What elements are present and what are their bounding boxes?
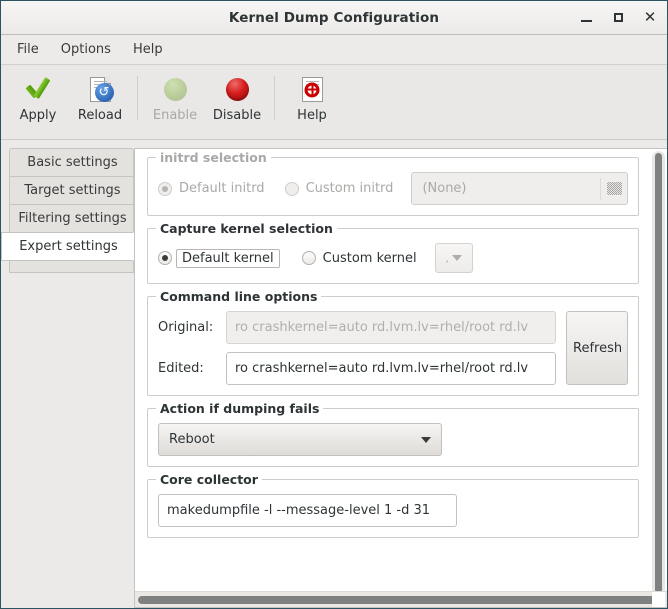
- edited-cmdline-row: Edited:: [158, 352, 556, 385]
- edited-cmdline-input[interactable]: [226, 352, 556, 385]
- custom-kernel-combo-value: ,: [445, 251, 449, 265]
- tab-basic-settings[interactable]: Basic settings: [9, 148, 134, 176]
- toolbar-apply-label: Apply: [19, 108, 57, 123]
- folder-icon: [601, 178, 627, 200]
- settings-scroll-area: initrd selection Default initrd Custom i…: [135, 149, 667, 591]
- toolbar-disable-button[interactable]: Disable: [206, 70, 268, 130]
- close-button[interactable]: ✕: [641, 9, 659, 27]
- toolbar: Apply ↺ Reload Enable Disable Help: [1, 65, 667, 140]
- menu-options[interactable]: Options: [51, 38, 121, 61]
- initrd-row: Default initrd Custom initrd (None): [158, 172, 628, 205]
- expert-settings-panel: initrd selection Default initrd Custom i…: [134, 148, 667, 608]
- command-line-options-legend: Command line options: [156, 289, 322, 304]
- chevron-down-icon: [451, 255, 462, 261]
- toolbar-disable-label: Disable: [212, 108, 262, 123]
- core-collector-input[interactable]: [158, 494, 457, 527]
- toolbar-separator-2: [274, 76, 275, 120]
- default-kernel-radio[interactable]: Default kernel: [158, 248, 280, 268]
- toolbar-separator-1: [137, 76, 138, 120]
- tab-list-filler: [9, 261, 134, 273]
- radio-dot-icon: [301, 251, 316, 265]
- tab-filtering-settings[interactable]: Filtering settings: [9, 204, 134, 232]
- minimize-icon: [580, 20, 592, 22]
- tab-list: Basic settings Target settings Filtering…: [1, 140, 134, 608]
- toolbar-reload-label: Reload: [77, 108, 123, 123]
- vertical-scrollbar[interactable]: [652, 151, 665, 605]
- toolbar-help-label: Help: [297, 108, 327, 123]
- red-circle-icon: [223, 75, 251, 103]
- action-if-dumping-fails-value: Reboot: [169, 432, 215, 447]
- minimize-button[interactable]: [577, 9, 595, 27]
- edited-cmdline-label: Edited:: [158, 361, 204, 376]
- initrd-selection-legend: initrd selection: [156, 150, 271, 165]
- toolbar-help-button[interactable]: Help: [281, 70, 343, 130]
- command-line-fields: Original: Edited:: [158, 311, 556, 385]
- custom-kernel-radio[interactable]: Custom kernel: [301, 250, 417, 266]
- action-if-dumping-fails-group: Action if dumping fails Reboot: [147, 401, 639, 467]
- default-initrd-radio: Default initrd: [158, 181, 265, 196]
- toolbar-apply-button[interactable]: Apply: [7, 70, 69, 130]
- window-title: Kernel Dump Configuration: [228, 9, 440, 26]
- menu-file[interactable]: File: [7, 38, 49, 61]
- toolbar-enable-label: Enable: [152, 108, 198, 123]
- kernel-dump-configuration-window: Kernel Dump Configuration ✕ File Options…: [0, 0, 668, 609]
- tab-expert-settings[interactable]: Expert settings: [1, 232, 134, 261]
- default-initrd-label: Default initrd: [179, 181, 265, 196]
- green-circle-icon: [161, 75, 189, 103]
- command-line-grid: Original: Edited: Refresh: [158, 311, 628, 385]
- maximize-button[interactable]: [609, 9, 627, 27]
- menu-bar: File Options Help: [1, 35, 667, 65]
- toolbar-reload-button[interactable]: ↺ Reload: [69, 70, 131, 130]
- action-if-dumping-fails-combo[interactable]: Reboot: [158, 423, 442, 456]
- capture-kernel-legend: Capture kernel selection: [156, 221, 337, 236]
- radio-dot-icon: [158, 181, 172, 196]
- chevron-down-icon: [421, 436, 431, 443]
- window-controls: ✕: [577, 1, 659, 34]
- menu-help[interactable]: Help: [123, 38, 173, 61]
- core-collector-group: Core collector: [147, 472, 639, 538]
- main-body: Basic settings Target settings Filtering…: [1, 140, 667, 608]
- document-reload-icon: ↺: [86, 75, 114, 103]
- toolbar-enable-button: Enable: [144, 70, 206, 130]
- scrollbar-corner: [652, 592, 665, 607]
- original-cmdline-input: [226, 311, 556, 344]
- command-line-options-group: Command line options Original: Edited:: [147, 289, 639, 396]
- green-check-icon: [24, 75, 52, 103]
- default-kernel-label: Default kernel: [176, 248, 280, 268]
- refresh-button[interactable]: Refresh: [566, 311, 628, 385]
- document-lifering-icon: [298, 75, 326, 103]
- close-icon: ✕: [643, 8, 657, 26]
- title-bar: Kernel Dump Configuration ✕: [1, 1, 667, 35]
- custom-initrd-radio: Custom initrd: [284, 181, 394, 196]
- horizontal-scrollbar-thumb[interactable]: [138, 596, 663, 604]
- initrd-file-chooser: (None): [411, 172, 628, 205]
- horizontal-scrollbar[interactable]: [135, 591, 667, 607]
- core-collector-legend: Core collector: [156, 472, 262, 487]
- custom-kernel-label: Custom kernel: [322, 250, 417, 266]
- capture-kernel-group: Capture kernel selection Default kernel …: [147, 221, 639, 284]
- original-cmdline-label: Original:: [158, 320, 214, 335]
- initrd-file-value: (None): [422, 181, 467, 196]
- original-cmdline-row: Original:: [158, 311, 556, 344]
- action-if-dumping-fails-legend: Action if dumping fails: [156, 401, 324, 416]
- radio-dot-icon: [158, 251, 172, 265]
- tab-target-settings[interactable]: Target settings: [9, 176, 134, 204]
- custom-kernel-combo: ,: [434, 243, 473, 273]
- vertical-scrollbar-thumb[interactable]: [655, 153, 662, 594]
- custom-initrd-label: Custom initrd: [305, 181, 394, 196]
- initrd-selection-group: initrd selection Default initrd Custom i…: [147, 150, 639, 216]
- maximize-icon: [613, 13, 623, 22]
- capture-kernel-row: Default kernel Custom kernel ,: [158, 243, 628, 273]
- radio-dot-icon: [284, 181, 299, 196]
